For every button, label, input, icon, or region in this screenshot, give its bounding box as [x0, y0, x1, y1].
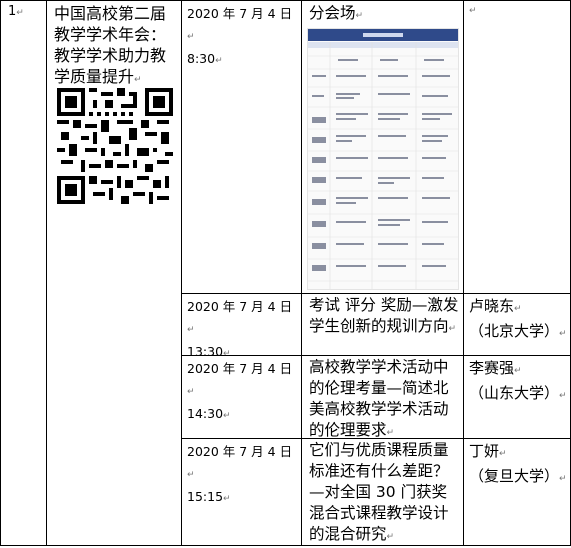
session-topic: 它们与优质课程质量标准还有什么差距？—对全国 30 门获奖混合式课程教学设计的混… [309, 441, 449, 543]
qr-code-icon [57, 88, 173, 204]
session-topic: 考试 评分 奖励—激发学生创新的规训方向↵ [309, 296, 459, 335]
session-speaker: 丁妍↵ （复旦大学）↵ [469, 442, 567, 485]
schedule-table-thumbnail [307, 28, 459, 290]
session-speaker: 卢晓东↵ （北京大学）↵ [469, 297, 567, 340]
session-time: 2020 年 7 月 4 日↵ 14:30↵ [187, 361, 293, 421]
row-index: 1↵ [8, 4, 24, 19]
session-time: 2020 年 7 月 4 日↵ 8:30↵ [187, 6, 293, 66]
session-topic: 分会场↵ [309, 4, 364, 22]
schedule-table: 1↵ 中国高校第二届教学学术年会：教学学术助力教学质量提升↵ 2020 年 7 … [0, 0, 571, 546]
session-time: 2020 年 7 月 4 日↵ 13:30↵ [187, 299, 293, 359]
session-topic: 高校教学学术活动中的伦理考量—简述北美高校教学学术活动的伦理要求↵ [309, 358, 449, 439]
session-speaker: 李赛强↵ （山东大学）↵ [469, 359, 567, 402]
session-time: 2020 年 7 月 4 日↵ 15:15↵ [187, 444, 293, 504]
paragraph-mark: ↵ [469, 6, 477, 16]
event-title: 中国高校第二届教学学术年会：教学学术助力教学质量提升↵ [54, 4, 167, 86]
